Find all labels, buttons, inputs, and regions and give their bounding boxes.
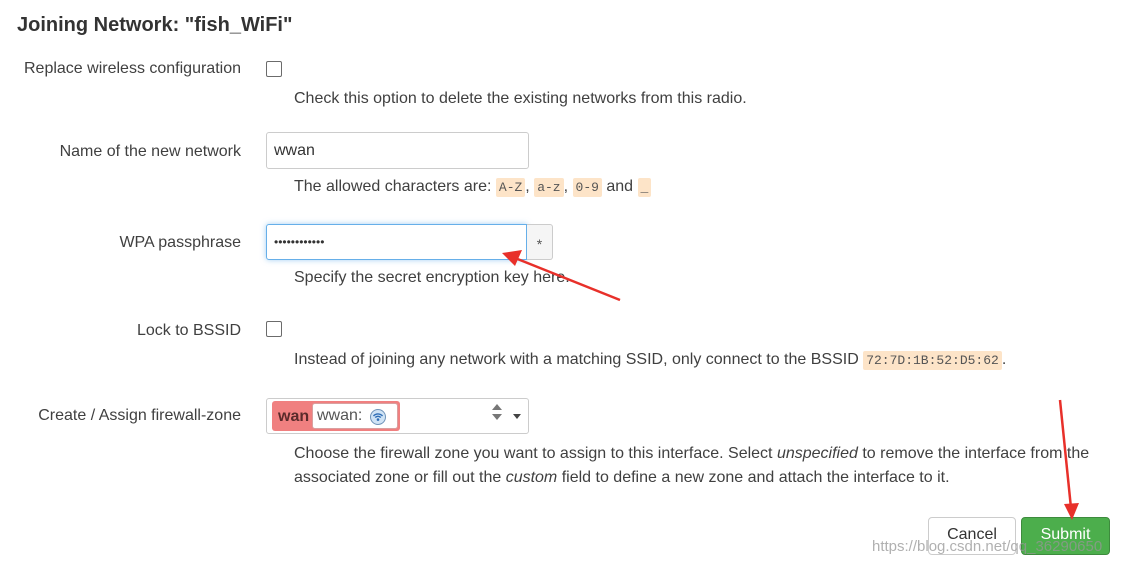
fw-desc-custom: custom xyxy=(505,469,558,486)
wpa-passphrase-label: WPA passphrase xyxy=(119,234,241,251)
allowed-chars-code: _ xyxy=(637,178,652,197)
network-name-label: Name of the new network xyxy=(59,143,241,160)
lock-bssid-description: Instead of joining any network with a ma… xyxy=(294,351,1007,370)
separator: , xyxy=(563,178,569,195)
allowed-chars-text: The allowed characters are: xyxy=(294,178,492,195)
allowed-chars-code: 0-9 xyxy=(572,178,602,197)
replace-config-description: Check this option to delete the existing… xyxy=(294,90,747,107)
and-text: and xyxy=(606,178,634,195)
firewall-zone-select[interactable]: wan wwan: xyxy=(266,398,529,434)
wpa-passphrase-value: •••••••••••• xyxy=(274,235,325,249)
zone-name: wan xyxy=(278,408,310,425)
network-name-input[interactable]: wwan xyxy=(266,132,529,169)
fw-desc-text: Choose the firewall zone you want to ass… xyxy=(294,445,773,462)
watermark: https://blog.csdn.net/qq_36290650 xyxy=(872,538,1103,555)
separator: , xyxy=(525,178,530,195)
allowed-chars-code: a-z xyxy=(534,178,564,197)
bssid-desc-suffix: . xyxy=(1001,351,1007,368)
chevron-down-icon[interactable] xyxy=(513,414,521,419)
dialog-title: Joining Network: "fish_WiFi" xyxy=(17,14,293,36)
lock-bssid-label: Lock to BSSID xyxy=(136,322,241,339)
reveal-password-button[interactable]: * xyxy=(527,224,553,260)
fw-desc-text: field to define a new zone and attach th… xyxy=(561,469,950,486)
firewall-zone-label: Create / Assign firewall-zone xyxy=(38,407,241,424)
bssid-desc-text: Instead of joining any network with a ma… xyxy=(294,351,859,368)
spinner-up-icon[interactable] xyxy=(492,404,502,410)
allowed-chars-code: A-Z xyxy=(495,178,526,197)
replace-config-label: Replace wireless configuration xyxy=(24,60,241,77)
zone-network-name: wwan: xyxy=(317,407,363,424)
wpa-passphrase-description: Specify the secret encryption key here. xyxy=(294,269,570,286)
replace-config-checkbox[interactable] xyxy=(266,61,282,77)
wpa-passphrase-input[interactable]: •••••••••••• xyxy=(266,224,527,260)
firewall-zone-description: Choose the firewall zone you want to ass… xyxy=(294,442,1109,490)
spinner-down-icon[interactable] xyxy=(492,414,502,420)
network-name-value: wwan xyxy=(274,141,315,159)
lock-bssid-checkbox[interactable] xyxy=(266,321,282,337)
bssid-code: 72:7D:1B:52:D5:62 xyxy=(863,351,1002,370)
wifi-network-icon xyxy=(370,409,386,425)
fw-desc-unspecified: unspecified xyxy=(776,445,858,462)
zone-badge-wan: wan wwan: xyxy=(272,401,400,431)
network-name-description: The allowed characters are: A-Z, a-z, 0-… xyxy=(294,178,652,197)
zone-network-chip: wwan: xyxy=(312,403,398,429)
zone-spinner[interactable] xyxy=(489,400,505,432)
